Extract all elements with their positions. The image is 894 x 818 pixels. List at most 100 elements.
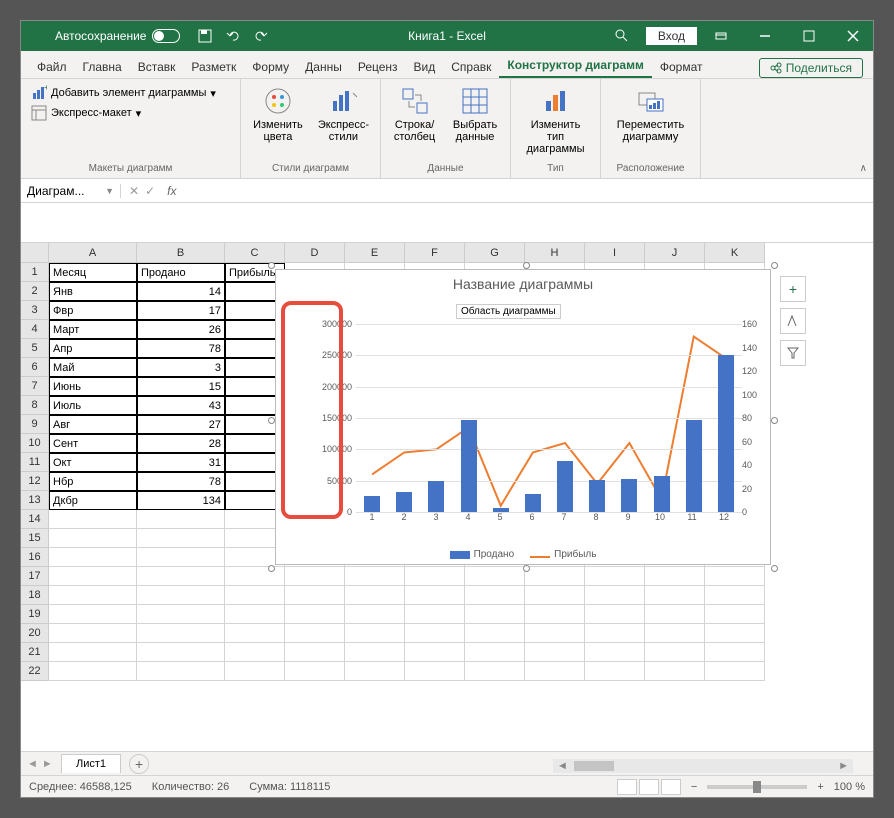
cell[interactable]	[465, 605, 525, 624]
cell[interactable]	[465, 567, 525, 586]
cell[interactable]	[49, 605, 137, 624]
cell[interactable]	[285, 624, 345, 643]
tab-formulas[interactable]: Форму	[244, 56, 297, 78]
chart-bar[interactable]	[396, 492, 412, 512]
autosave-toggle[interactable]: Автосохранение	[55, 29, 180, 43]
row-header[interactable]: 4	[21, 320, 49, 339]
view-pagebreak-button[interactable]	[661, 779, 681, 795]
cell[interactable]: Месяц	[49, 263, 137, 282]
column-header[interactable]: K	[705, 243, 765, 263]
view-pagelayout-button[interactable]	[639, 779, 659, 795]
fx-icon[interactable]: fx	[163, 184, 180, 198]
row-header[interactable]: 19	[21, 605, 49, 624]
cell[interactable]	[225, 605, 285, 624]
login-button[interactable]: Вход	[646, 27, 697, 45]
cell[interactable]	[645, 643, 705, 662]
view-normal-button[interactable]	[617, 779, 637, 795]
cell[interactable]	[405, 643, 465, 662]
horizontal-scrollbar[interactable]: ◄►	[553, 759, 853, 773]
cell[interactable]	[49, 510, 137, 529]
row-header[interactable]: 22	[21, 662, 49, 681]
cell[interactable]	[585, 605, 645, 624]
cell[interactable]: Апр	[49, 339, 137, 358]
tab-review[interactable]: Реценз	[350, 56, 406, 78]
cell[interactable]: 17	[137, 301, 225, 320]
cell[interactable]	[225, 643, 285, 662]
cell[interactable]	[645, 567, 705, 586]
cell[interactable]: 31	[137, 453, 225, 472]
cell[interactable]	[525, 662, 585, 681]
row-header[interactable]: 18	[21, 586, 49, 605]
save-icon[interactable]	[196, 27, 214, 45]
column-header[interactable]: J	[645, 243, 705, 263]
cell[interactable]: 15	[137, 377, 225, 396]
row-header[interactable]: 20	[21, 624, 49, 643]
cell[interactable]: Нбр	[49, 472, 137, 491]
column-header[interactable]: F	[405, 243, 465, 263]
column-header[interactable]: I	[585, 243, 645, 263]
formula-input[interactable]	[21, 203, 873, 243]
row-header[interactable]: 13	[21, 491, 49, 510]
row-header[interactable]: 3	[21, 301, 49, 320]
cell[interactable]	[645, 624, 705, 643]
cell[interactable]	[225, 567, 285, 586]
cell[interactable]	[345, 605, 405, 624]
switch-rowcol-button[interactable]: Строка/столбец	[387, 83, 442, 145]
row-header[interactable]: 17	[21, 567, 49, 586]
cell[interactable]: 134	[137, 491, 225, 510]
enter-fx-icon[interactable]: ✓	[145, 184, 155, 198]
tab-chart-design[interactable]: Конструктор диаграмм	[499, 54, 651, 78]
cell[interactable]	[525, 567, 585, 586]
cell[interactable]: 3	[137, 358, 225, 377]
chart-filters-button[interactable]	[780, 340, 806, 366]
cell[interactable]	[705, 662, 765, 681]
maximize-icon[interactable]	[789, 21, 829, 51]
cell[interactable]: Сент	[49, 434, 137, 453]
cell[interactable]: Фвр	[49, 301, 137, 320]
cell[interactable]	[645, 662, 705, 681]
chart-legend[interactable]: Продано Прибыль	[276, 549, 770, 560]
tab-format[interactable]: Формат	[652, 56, 711, 78]
tab-view[interactable]: Вид	[406, 56, 444, 78]
quick-styles-button[interactable]: Экспресс-стили	[313, 83, 374, 145]
cell[interactable]	[225, 624, 285, 643]
row-header[interactable]: 8	[21, 396, 49, 415]
cell[interactable]	[525, 586, 585, 605]
cell[interactable]	[645, 605, 705, 624]
row-header[interactable]: 9	[21, 415, 49, 434]
undo-icon[interactable]	[224, 27, 242, 45]
row-header[interactable]: 12	[21, 472, 49, 491]
chart-bar[interactable]	[525, 494, 541, 512]
cell[interactable]	[137, 586, 225, 605]
cell[interactable]	[465, 586, 525, 605]
chart-bar[interactable]	[718, 355, 734, 512]
cancel-fx-icon[interactable]: ✕	[129, 184, 139, 198]
cell[interactable]	[585, 567, 645, 586]
row-header[interactable]: 11	[21, 453, 49, 472]
cell[interactable]	[49, 567, 137, 586]
cell[interactable]	[525, 643, 585, 662]
tab-data[interactable]: Данны	[297, 56, 350, 78]
cell[interactable]	[405, 605, 465, 624]
column-header[interactable]: E	[345, 243, 405, 263]
chart-bar[interactable]	[589, 480, 605, 512]
cell[interactable]: 28	[137, 434, 225, 453]
chart-plot-area[interactable]: 050000100000150000200000250000300000 020…	[312, 324, 740, 526]
cell[interactable]	[285, 643, 345, 662]
worksheet-grid[interactable]: ABCDEFGHIJK 1234567891011121314151617181…	[21, 243, 873, 751]
ribbon-opts-icon[interactable]	[701, 21, 741, 51]
chart-bar[interactable]	[428, 481, 444, 512]
cell[interactable]	[345, 567, 405, 586]
cell[interactable]	[345, 662, 405, 681]
cell[interactable]: Март	[49, 320, 137, 339]
cell[interactable]: Окт	[49, 453, 137, 472]
cell[interactable]: 78	[137, 339, 225, 358]
cell[interactable]	[225, 586, 285, 605]
cell[interactable]: 14	[137, 282, 225, 301]
zoom-level[interactable]: 100 %	[834, 781, 865, 793]
chart-bar[interactable]	[557, 461, 573, 512]
cell[interactable]	[705, 605, 765, 624]
zoom-out-button[interactable]: −	[691, 781, 697, 793]
cell[interactable]	[49, 643, 137, 662]
cell[interactable]	[705, 586, 765, 605]
